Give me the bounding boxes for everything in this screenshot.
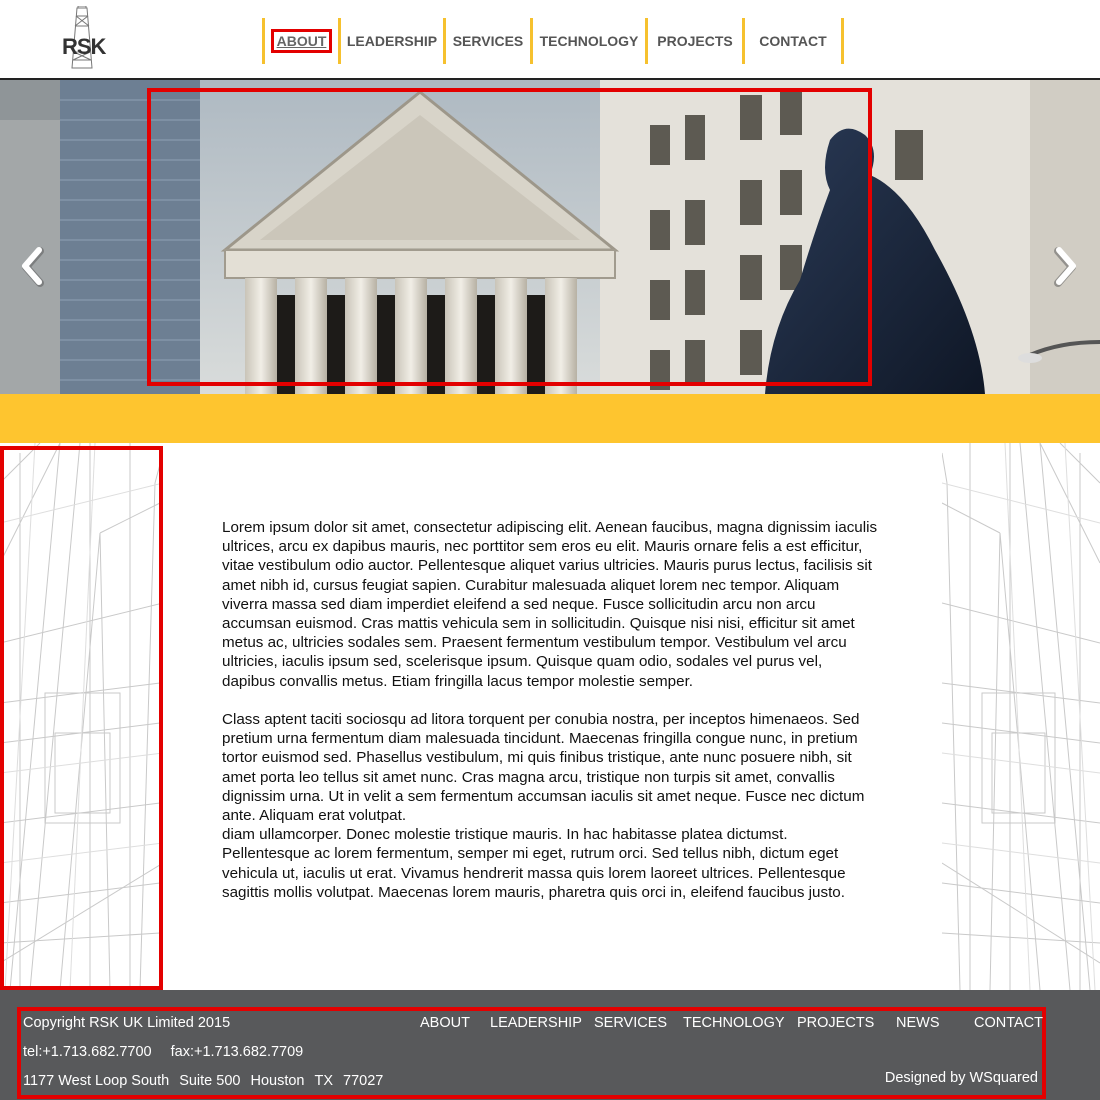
- footer-address-zip: 77027: [343, 1073, 384, 1089]
- about-text: Lorem ipsum dolor sit amet, consectetur …: [222, 518, 878, 902]
- about-paragraph-2: Class aptent taciti sociosqu ad litora t…: [222, 711, 865, 825]
- main-nav: ABOUT LEADERSHIP SERVICES TECHNOLOGY PRO…: [262, 18, 844, 64]
- footer-nav-news[interactable]: NEWS: [896, 1015, 940, 1031]
- logo-text: RSK: [62, 34, 106, 59]
- nav-contact-label[interactable]: CONTACT: [756, 31, 829, 51]
- chevron-right-icon: [1054, 247, 1076, 287]
- nav-technology-label[interactable]: TECHNOLOGY: [537, 31, 642, 51]
- hero-highlight-frame: [147, 88, 872, 386]
- nav-technology[interactable]: TECHNOLOGY: [530, 18, 645, 64]
- nav-contact[interactable]: CONTACT: [742, 18, 844, 64]
- footer-tel: tel:+1.713.682.7700: [23, 1044, 152, 1060]
- nav-services[interactable]: SERVICES: [443, 18, 530, 64]
- footer-address-city: Houston: [250, 1073, 305, 1089]
- footer-nav-technology[interactable]: TECHNOLOGY: [683, 1015, 785, 1031]
- footer-address-suite: Suite 500: [179, 1073, 241, 1089]
- nav-about[interactable]: ABOUT: [262, 18, 338, 64]
- footer-fax: fax:+1.713.682.7709: [170, 1044, 304, 1060]
- footer-nav: ABOUT LEADERSHIP SERVICES TECHNOLOGY PRO…: [0, 1015, 1100, 1035]
- accent-band: [0, 394, 1100, 443]
- footer-nav-contact[interactable]: CONTACT: [974, 1015, 1043, 1031]
- footer-nav-projects[interactable]: PROJECTS: [797, 1015, 874, 1031]
- chevron-left-icon: [22, 247, 44, 287]
- footer-address-state: TX: [314, 1073, 334, 1089]
- footer-nav-services[interactable]: SERVICES: [594, 1015, 667, 1031]
- footer-phone-line: tel:+1.713.682.7700 fax:+1.713.682.7709: [23, 1044, 303, 1060]
- nav-leadership[interactable]: LEADERSHIP: [338, 18, 443, 64]
- about-paragraph-3: diam ullamcorper. Donec molestie tristiq…: [222, 826, 846, 901]
- wireframe-image: [942, 443, 1100, 990]
- footer-address-street: 1177 West Loop South: [23, 1073, 170, 1089]
- right-wireframe-decoration: [942, 443, 1100, 990]
- slider-prev-button[interactable]: [18, 245, 48, 289]
- footer-nav-leadership[interactable]: LEADERSHIP: [490, 1015, 582, 1031]
- left-highlight-frame: [0, 446, 163, 990]
- hero-slider: [0, 80, 1100, 394]
- nav-projects-label[interactable]: PROJECTS: [654, 31, 735, 51]
- slider-next-button[interactable]: [1050, 245, 1080, 289]
- nav-about-label[interactable]: ABOUT: [270, 29, 333, 53]
- site-header: RSK ABOUT LEADERSHIP SERVICES TECHNOLOGY…: [0, 0, 1100, 80]
- nav-projects[interactable]: PROJECTS: [645, 18, 742, 64]
- site-footer: Copyright RSK UK Limited 2015 tel:+1.713…: [0, 990, 1100, 1100]
- nav-leadership-label[interactable]: LEADERSHIP: [344, 31, 440, 51]
- about-paragraph-1: Lorem ipsum dolor sit amet, consectetur …: [222, 519, 878, 690]
- footer-address: 1177 West Loop South Suite 500 Houston TX 77…: [23, 1073, 383, 1089]
- rsk-logo[interactable]: RSK: [58, 6, 106, 70]
- footer-designed-by[interactable]: Designed by WSquared: [885, 1070, 1038, 1086]
- footer-nav-about[interactable]: ABOUT: [420, 1015, 470, 1031]
- nav-services-label[interactable]: SERVICES: [450, 31, 527, 51]
